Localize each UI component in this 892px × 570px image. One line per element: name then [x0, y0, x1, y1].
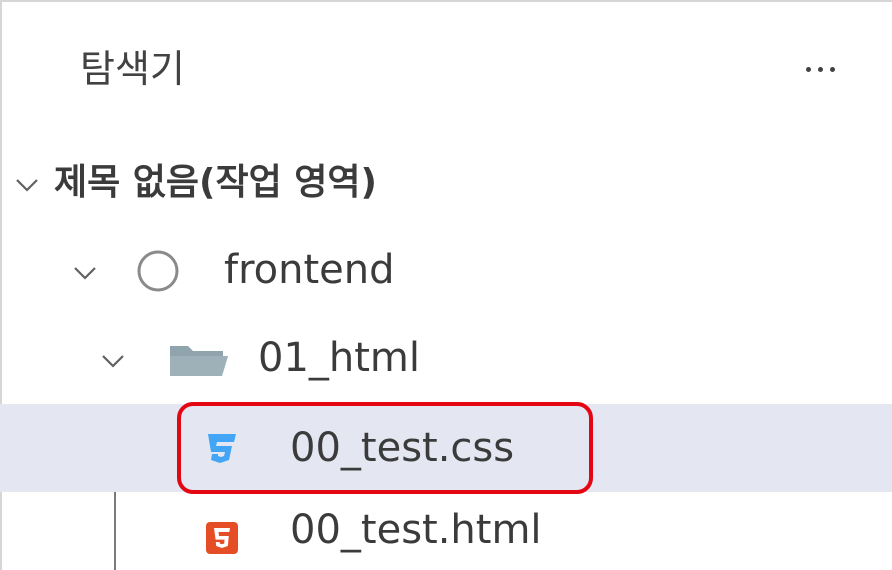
explorer-panel: 탐색기 제목 없음(작업 영역) frontend 01_html 00_tes… — [0, 0, 892, 570]
folder-label-frontend: frontend — [224, 247, 395, 293]
html5-icon — [202, 518, 242, 558]
circle-outline-icon — [135, 248, 181, 294]
workspace-label: 제목 없음(작업 영역) — [54, 162, 377, 203]
chevron-down-icon[interactable] — [70, 258, 100, 288]
tree-row-file-css[interactable]: 00_test.css — [0, 404, 892, 492]
explorer-title: 탐색기 — [80, 47, 185, 91]
folder-label-01-html: 01_html — [258, 335, 421, 381]
file-label-css: 00_test.css — [290, 425, 515, 471]
chevron-down-icon[interactable] — [98, 346, 128, 376]
folder-open-icon — [168, 340, 230, 380]
tree-row-frontend[interactable]: frontend — [0, 228, 892, 312]
tree-row-file-html[interactable]: 00_test.html — [0, 494, 892, 570]
tree-row-01-html[interactable]: 01_html — [0, 316, 892, 400]
css3-icon — [202, 428, 242, 468]
tree-row-workspace[interactable]: 제목 없음(작업 영역) — [0, 140, 892, 224]
more-icon — [805, 66, 835, 72]
more-actions-button[interactable] — [788, 44, 852, 94]
explorer-header: 탐색기 — [0, 0, 892, 140]
chevron-down-icon[interactable] — [12, 170, 42, 200]
file-label-html: 00_test.html — [290, 507, 542, 553]
